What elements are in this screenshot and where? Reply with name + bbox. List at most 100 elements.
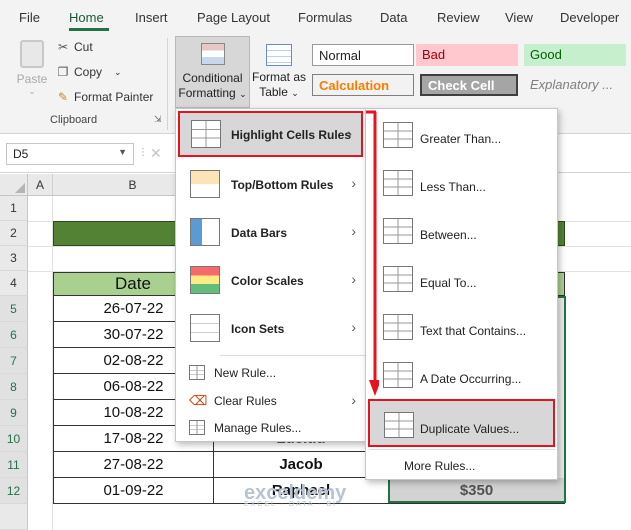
submenu-item-less-than[interactable]: Less Than... [366, 159, 557, 207]
style-normal[interactable]: Normal [312, 44, 414, 66]
less-than-icon [383, 170, 413, 196]
row-header[interactable]: 3 [0, 246, 28, 271]
submenu-item-label: Less Than... [420, 180, 486, 194]
menu-item-label: Manage Rules... [214, 421, 302, 435]
style-good[interactable]: Good [524, 44, 626, 66]
row-header[interactable]: 7 [0, 348, 28, 374]
conditional-formatting-icon [201, 43, 225, 65]
fat-label-line2: Table [259, 85, 288, 99]
chevron-down-icon: ⌄ [114, 66, 122, 77]
row-header[interactable]: 5 [0, 296, 28, 322]
fat-label-line1: Format as [251, 70, 306, 84]
watermark-subtext: EXCEL · DATA · BI [244, 501, 337, 508]
menu-item-data-bars[interactable]: Data Bars › [176, 209, 365, 257]
chevron-right-icon: › [351, 175, 356, 191]
menu-item-highlight-cells-rules[interactable]: Highlight Cells Rules › [178, 111, 363, 157]
name-box-value: D5 [13, 147, 29, 161]
icon-sets-icon [190, 314, 220, 342]
clipboard-group-label: Clipboard [50, 114, 98, 126]
name-cell[interactable]: Jacob [213, 452, 389, 478]
format-as-table-button[interactable]: Format as Table ⌄ [251, 36, 307, 108]
highlight-cells-rules-submenu: Greater Than... Less Than... Between... … [365, 108, 558, 480]
row-header[interactable]: 9 [0, 400, 28, 426]
menu-item-clear-rules[interactable]: ⌫ Clear Rules › [176, 387, 365, 415]
style-calculation[interactable]: Calculation [312, 74, 414, 96]
tab-file[interactable]: File [19, 10, 40, 25]
submenu-item-label: Between... [420, 228, 477, 242]
conditional-formatting-button[interactable]: Conditional Formatting ⌄ [175, 36, 250, 108]
cut-button[interactable]: ✂ Cut [56, 40, 93, 54]
cf-label-line2: Formatting [178, 86, 236, 100]
conditional-formatting-menu: Highlight Cells Rules › Top/Bottom Rules… [175, 108, 366, 442]
name-box[interactable]: D5 ▼ [6, 143, 134, 165]
tab-data[interactable]: Data [380, 10, 407, 25]
copy-button[interactable]: ❐ Copy ⌄ [56, 65, 122, 79]
menu-item-label: New Rule... [214, 366, 277, 380]
dialog-launcher-icon[interactable]: ⇲ [154, 114, 162, 125]
new-rule-icon [189, 365, 205, 380]
row-header[interactable]: 12 [0, 478, 28, 504]
chevron-right-icon: › [351, 392, 356, 408]
color-scales-icon [190, 266, 220, 294]
chevron-down-icon: ⌄ [239, 89, 247, 99]
row-header[interactable]: 8 [0, 374, 28, 400]
date-cell[interactable]: 01-09-22 [53, 478, 214, 504]
chevron-right-icon: › [351, 223, 356, 239]
menu-item-new-rule[interactable]: New Rule... [176, 359, 365, 387]
tab-developer[interactable]: Developer [560, 10, 619, 25]
menu-item-label: Data Bars [231, 226, 288, 240]
row-header[interactable]: 2 [0, 221, 28, 246]
table-icon [266, 44, 292, 66]
submenu-item-between[interactable]: Between... [366, 207, 557, 255]
tab-home[interactable]: Home [69, 10, 104, 25]
highlight-cells-icon [191, 120, 221, 148]
submenu-item-date-occurring[interactable]: A Date Occurring... [366, 351, 557, 399]
menu-item-manage-rules[interactable]: Manage Rules... [176, 414, 365, 442]
menu-item-label: Top/Bottom Rules [231, 178, 334, 192]
menu-item-label: Color Scales [231, 274, 304, 288]
active-tab-indicator [69, 28, 109, 31]
duplicate-values-icon [384, 412, 414, 438]
paste-button[interactable]: Paste ⌄ [14, 40, 50, 97]
menu-item-color-scales[interactable]: Color Scales › [176, 257, 365, 305]
tab-page-layout[interactable]: Page Layout [197, 10, 270, 25]
style-check-cell[interactable]: Check Cell [420, 74, 518, 96]
menu-item-top-bottom-rules[interactable]: Top/Bottom Rules › [176, 161, 365, 209]
tab-formulas[interactable]: Formulas [298, 10, 352, 25]
submenu-item-duplicate-values[interactable]: Duplicate Values... [368, 399, 555, 447]
chevron-down-icon: ⌄ [28, 86, 36, 96]
menu-separator [370, 449, 555, 450]
row-header[interactable]: 6 [0, 322, 28, 348]
submenu-item-greater-than[interactable]: Greater Than... [366, 111, 557, 159]
cancel-icon[interactable]: ✕ [150, 145, 162, 162]
red-guide-arrow [366, 110, 379, 396]
top-bottom-icon [190, 170, 220, 198]
menu-separator [220, 355, 365, 356]
row-header[interactable]: 11 [0, 452, 28, 478]
submenu-item-equal-to[interactable]: Equal To... [366, 255, 557, 303]
tab-view[interactable]: View [505, 10, 533, 25]
submenu-item-label: Duplicate Values... [420, 422, 520, 436]
style-bad[interactable]: Bad [416, 44, 518, 66]
row-header [0, 504, 28, 530]
date-cell[interactable]: 27-08-22 [53, 452, 214, 478]
eraser-icon: ⌫ [189, 393, 208, 408]
submenu-item-text-contains[interactable]: Text that Contains... [366, 303, 557, 351]
chevron-down-icon: ▼ [118, 147, 127, 157]
select-all-button[interactable] [0, 174, 28, 196]
menu-item-label: Highlight Cells Rules [231, 128, 352, 142]
copy-icon: ❐ [57, 65, 69, 79]
more-rules-link[interactable]: More Rules... [404, 459, 475, 473]
greater-than-icon [383, 122, 413, 148]
cut-label: Cut [74, 40, 93, 54]
menu-item-icon-sets[interactable]: Icon Sets › [176, 305, 365, 353]
style-explanatory[interactable]: Explanatory ... [524, 74, 626, 96]
row-header[interactable]: 10 [0, 426, 28, 452]
tab-insert[interactable]: Insert [135, 10, 168, 25]
row-header[interactable]: 1 [0, 196, 28, 221]
data-bars-icon [190, 218, 220, 246]
row-header[interactable]: 4 [0, 271, 28, 296]
column-header-a[interactable]: A [28, 174, 53, 196]
tab-review[interactable]: Review [437, 10, 480, 25]
format-painter-button[interactable]: ✎ Format Painter [56, 90, 153, 104]
